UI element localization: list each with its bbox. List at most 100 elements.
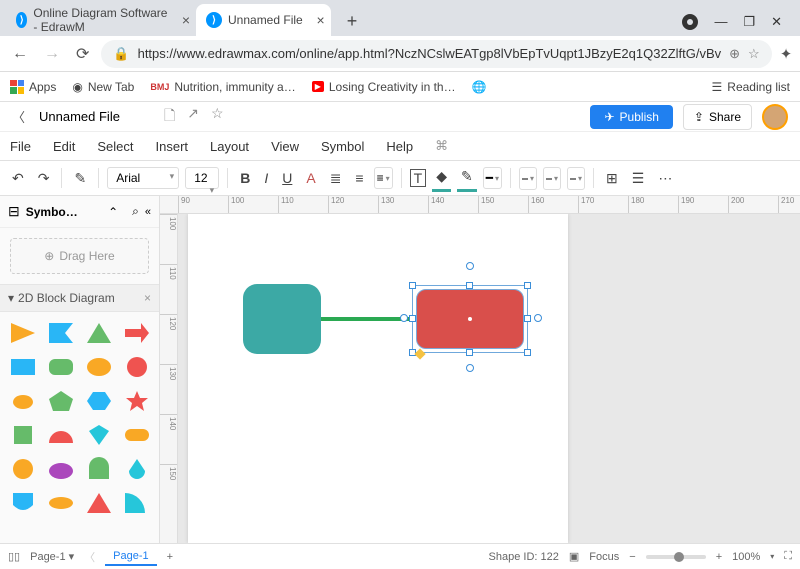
shape-shield[interactable]: [8, 490, 38, 516]
favorite-icon[interactable]: ☆: [211, 105, 224, 129]
line-spacing-button[interactable]: ≡▾: [374, 167, 393, 189]
zoom-slider[interactable]: [646, 555, 706, 559]
user-avatar[interactable]: [762, 104, 788, 130]
menu-select[interactable]: Select: [97, 139, 133, 154]
extensions-icon[interactable]: ✦: [780, 45, 793, 63]
valign-icon[interactable]: ≡: [351, 166, 367, 190]
minimize-icon[interactable]: —: [714, 14, 727, 30]
teal-rounded-rect[interactable]: [243, 284, 321, 354]
connection-point[interactable]: [400, 314, 408, 322]
canvas[interactable]: [178, 214, 800, 543]
connection-point[interactable]: [466, 262, 474, 270]
menu-symbol[interactable]: Symbol: [321, 139, 364, 154]
arrow-end-button[interactable]: ⎯▾: [567, 167, 585, 190]
shape-arch[interactable]: [84, 456, 114, 482]
star-icon[interactable]: ☆: [748, 46, 760, 62]
zoom-in-icon[interactable]: +: [716, 551, 722, 563]
resize-handle[interactable]: [524, 349, 531, 356]
pages-icon[interactable]: ▯▯: [8, 550, 20, 563]
bookmark-yt[interactable]: ▶Losing Creativity in th…: [312, 80, 456, 94]
browser-tab-1[interactable]: ⟩ Online Diagram Software - EdrawM ×: [6, 4, 196, 36]
account-icon[interactable]: [682, 14, 698, 30]
shape-pill[interactable]: [122, 422, 152, 448]
group-icon[interactable]: ⊞: [602, 166, 622, 191]
undo-icon[interactable]: ↶: [8, 166, 28, 191]
page-select[interactable]: Page-1 ▾: [30, 550, 74, 563]
shape-ellipse[interactable]: [84, 354, 114, 380]
font-select[interactable]: Arial: [107, 167, 179, 189]
page-tab[interactable]: Page-1: [105, 548, 156, 566]
save-icon[interactable]: 🗋: [164, 105, 175, 129]
resize-handle[interactable]: [524, 282, 531, 289]
shape-cloud[interactable]: [46, 456, 76, 482]
connection-point[interactable]: [534, 314, 542, 322]
section-header[interactable]: ▾ 2D Block Diagram ×: [0, 284, 159, 312]
prev-page-icon[interactable]: 〈: [84, 549, 95, 565]
zoom-label[interactable]: 100%: [732, 551, 760, 563]
focus-button[interactable]: Focus: [589, 551, 619, 563]
reload-icon[interactable]: ⟳: [72, 40, 93, 68]
connector-style-button[interactable]: ⎯▾: [519, 167, 537, 190]
zoom-out-icon[interactable]: −: [629, 551, 635, 563]
close-section-icon[interactable]: ×: [144, 291, 151, 305]
collapse-icon[interactable]: «: [145, 206, 151, 218]
shape-diamond2[interactable]: [84, 422, 114, 448]
line-color-icon[interactable]: ✎: [457, 164, 477, 192]
fill-color-icon[interactable]: ◆: [432, 164, 451, 192]
align-icon[interactable]: ≣: [326, 166, 346, 191]
shape-circle[interactable]: [122, 354, 152, 380]
more-icon[interactable]: ⋯: [654, 166, 676, 191]
shape-rect[interactable]: [8, 354, 38, 380]
fontsize-select[interactable]: 12: [185, 167, 219, 189]
bold-icon[interactable]: B: [236, 166, 254, 190]
fullscreen-icon[interactable]: ⛶: [784, 550, 792, 563]
menu-help[interactable]: Help: [386, 139, 413, 154]
shape-pentagon[interactable]: [46, 388, 76, 414]
bookmark-bmj[interactable]: BMJNutrition, immunity a…: [150, 80, 295, 94]
redo-icon[interactable]: ↷: [34, 166, 54, 191]
menu-insert[interactable]: Insert: [156, 139, 189, 154]
connection-point[interactable]: [466, 364, 474, 372]
url-input[interactable]: 🔒 https://www.edrawmax.com/online/app.ht…: [101, 40, 771, 68]
shape-tri3[interactable]: [84, 490, 114, 516]
new-tab-button[interactable]: +: [339, 7, 366, 36]
presentation-icon[interactable]: ▣: [569, 550, 579, 563]
document-title[interactable]: Unnamed File: [39, 109, 120, 124]
font-color-icon[interactable]: A: [302, 166, 319, 190]
shape-flag[interactable]: [46, 320, 76, 346]
resize-handle[interactable]: [466, 349, 473, 356]
italic-icon[interactable]: I: [260, 166, 272, 190]
link-icon[interactable]: ⌘: [435, 138, 448, 154]
bookmark-newtab[interactable]: ◉New Tab: [72, 80, 134, 94]
back-icon[interactable]: ←: [8, 41, 32, 67]
close-icon[interactable]: ×: [317, 12, 325, 28]
shape-arrow[interactable]: [122, 320, 152, 346]
shape-burst[interactable]: [8, 456, 38, 482]
arrow-start-button[interactable]: ⎯▾: [543, 167, 561, 190]
export-icon[interactable]: ↗: [187, 105, 199, 129]
shape-square[interactable]: [8, 422, 38, 448]
translate-icon[interactable]: ⊕: [729, 46, 740, 62]
page[interactable]: [188, 214, 568, 543]
shape-triangle[interactable]: [8, 320, 38, 346]
menu-layout[interactable]: Layout: [210, 139, 249, 154]
shape-star[interactable]: [122, 388, 152, 414]
shape-roundrect[interactable]: [46, 354, 76, 380]
browser-tab-2[interactable]: ⟩ Unnamed File ×: [196, 4, 331, 36]
menu-view[interactable]: View: [271, 139, 299, 154]
reading-list[interactable]: ☰Reading list: [712, 80, 790, 94]
search-icon[interactable]: ⌕: [132, 204, 139, 219]
shape-qcircle[interactable]: [122, 490, 152, 516]
close-icon[interactable]: ×: [182, 12, 190, 28]
publish-button[interactable]: ✈Publish: [590, 105, 672, 129]
apps-bookmark[interactable]: Apps: [10, 80, 56, 94]
maximize-icon[interactable]: ❐: [743, 14, 755, 30]
chevron-up-icon[interactable]: ⌃: [108, 205, 118, 219]
shape-drop[interactable]: [122, 456, 152, 482]
underline-icon[interactable]: U: [278, 166, 296, 190]
close-window-icon[interactable]: ✕: [771, 14, 782, 30]
text-box-icon[interactable]: T: [410, 169, 427, 187]
line-weight-button[interactable]: ━▾: [483, 167, 502, 189]
shape-lozenge[interactable]: [46, 490, 76, 516]
resize-handle[interactable]: [524, 315, 531, 322]
